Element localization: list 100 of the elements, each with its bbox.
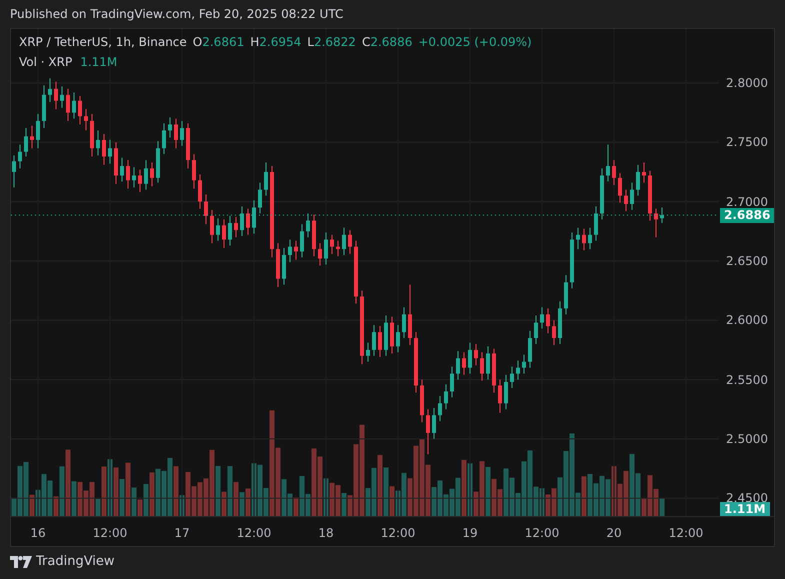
ohlc-label: H [250, 34, 260, 51]
candle [402, 306, 406, 339]
price-axis-label: 2.7000 [726, 196, 768, 208]
candle [636, 164, 640, 196]
candle [120, 157, 124, 182]
candle [504, 374, 508, 410]
candle [174, 118, 178, 149]
candle [600, 168, 604, 220]
candle [90, 113, 94, 158]
candle [282, 247, 286, 286]
candle [354, 240, 358, 304]
candle [414, 332, 418, 394]
candle [42, 84, 46, 129]
candle [372, 324, 376, 356]
candle [30, 125, 34, 149]
candle [324, 232, 328, 265]
candle [558, 300, 562, 344]
candle [408, 284, 412, 346]
price-change: +0.0025 (+0.09%) [418, 34, 532, 51]
candle [276, 242, 280, 288]
candle [390, 316, 394, 354]
volume-value: 1.11M [80, 54, 118, 71]
price-axis-label: 2.6500 [726, 254, 768, 267]
candle [192, 154, 196, 190]
candle [606, 144, 610, 182]
candle [540, 306, 544, 330]
candle [450, 366, 454, 398]
candle [312, 214, 316, 257]
candle [618, 172, 622, 204]
candle [108, 139, 112, 164]
candle [210, 209, 214, 244]
candle [318, 242, 322, 266]
ohlc-value: 2.6822 [314, 34, 356, 51]
ohlc-label: L [307, 34, 314, 51]
candle [258, 182, 262, 214]
brand-wordmark: TradingView [36, 553, 115, 572]
candle [366, 342, 370, 362]
price-axis-label: 2.8000 [726, 76, 768, 89]
candle [546, 308, 550, 334]
time-axis-label: 12:00 [236, 525, 272, 542]
candle [288, 239, 292, 263]
candle [384, 315, 388, 356]
candle [186, 122, 190, 169]
candle [624, 189, 628, 212]
candle [426, 408, 430, 455]
time-axis-label: 12:00 [92, 525, 128, 542]
candle [300, 224, 304, 258]
time-axis-label: 20 [606, 525, 622, 542]
candle [114, 142, 118, 184]
candle [378, 326, 382, 358]
candle [216, 218, 220, 242]
candle [228, 215, 232, 246]
candle [570, 232, 574, 289]
symbol-label: XRP / TetherUS, 1h, Binance [19, 34, 187, 51]
candle [252, 200, 256, 234]
ohlc-value: 2.6886 [370, 34, 412, 51]
candle [66, 88, 70, 122]
candle [528, 330, 532, 368]
published-caption: Published on TradingView.com, Feb 20, 2025 08:22 UTC [10, 6, 344, 23]
candle [246, 208, 250, 236]
volume-tag: 1.11M [720, 502, 770, 516]
candle [522, 354, 526, 374]
candle [468, 342, 472, 374]
candle [642, 162, 646, 184]
candle [96, 130, 100, 156]
candle [264, 162, 268, 196]
candle [12, 154, 16, 188]
candle [342, 227, 346, 256]
candle [480, 352, 484, 382]
candle [336, 240, 340, 257]
candle [156, 140, 160, 184]
candle [294, 240, 298, 260]
candle [168, 116, 172, 138]
candle [48, 78, 52, 102]
candle [630, 182, 634, 210]
candle [534, 315, 538, 344]
candle [132, 166, 136, 188]
ohlc-label: O [192, 34, 202, 51]
candle [198, 174, 202, 210]
time-axis-label: 12:00 [668, 525, 704, 542]
candle [432, 408, 436, 440]
time-axis-label: 12:00 [524, 525, 560, 542]
candle [222, 218, 226, 248]
volume-label: Vol · XRP [19, 54, 72, 71]
candle [444, 384, 448, 410]
candle [240, 206, 244, 237]
candle [162, 122, 166, 155]
time-axis-label: 17 [174, 525, 190, 542]
time-axis-label: 19 [462, 525, 478, 542]
candle [420, 379, 424, 423]
candle [72, 92, 76, 120]
logo-icon [10, 556, 32, 568]
candle [510, 366, 514, 388]
candle [588, 227, 592, 250]
candle [582, 228, 586, 251]
candle [654, 208, 658, 238]
candle [576, 227, 580, 250]
ohlc-label: C [362, 34, 370, 51]
ohlc-value: 2.6861 [202, 34, 244, 51]
time-axis-label: 16 [30, 525, 46, 542]
